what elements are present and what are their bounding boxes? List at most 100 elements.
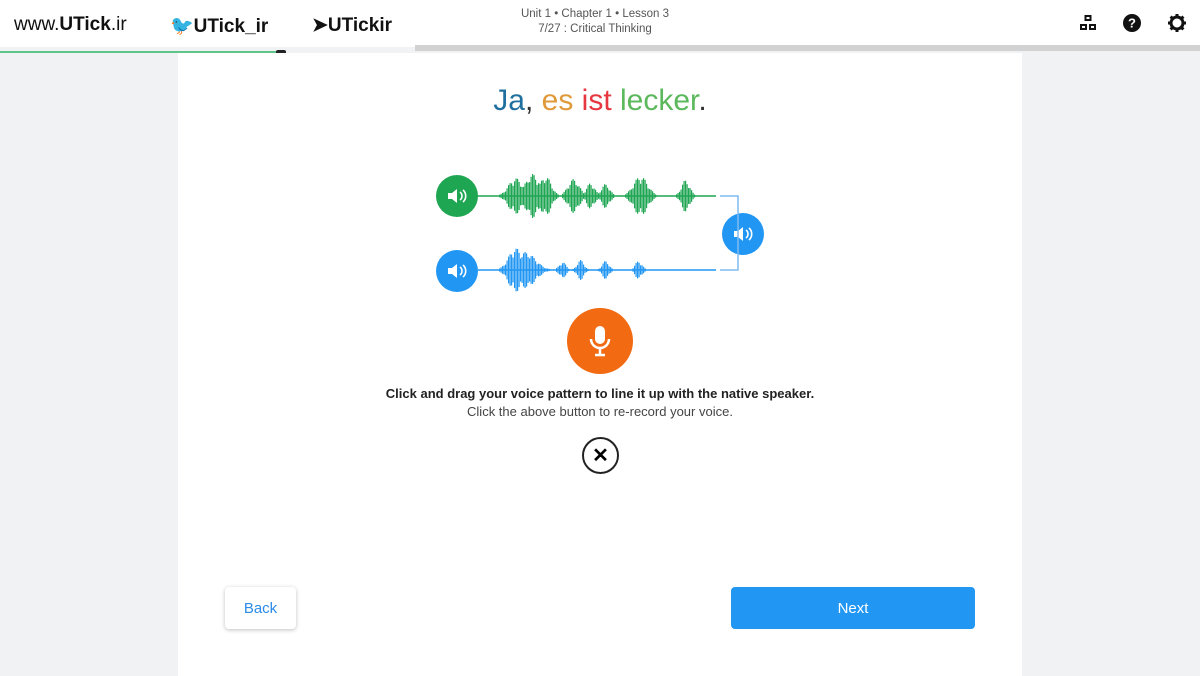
waveform-bar (592, 188, 594, 204)
waveform-bar (677, 192, 679, 200)
telegram-icon: ➤ (312, 15, 328, 36)
waveform-bar (607, 187, 609, 205)
help-icon[interactable]: ? (1121, 12, 1143, 34)
phrase-word: lecker (611, 84, 699, 117)
waveform-bar (529, 182, 531, 210)
waveform-bar (526, 253, 528, 287)
waveform-bar (578, 261, 580, 279)
waveform-bar (641, 265, 643, 275)
waveform-bar (647, 188, 649, 204)
waveform-bar (545, 268, 547, 272)
waveform-bar (602, 263, 604, 277)
waveform-bar (649, 189, 651, 203)
waveform-bar (503, 265, 505, 275)
waveform-bar (524, 252, 526, 288)
waveform-bar (611, 268, 613, 272)
waveform-bar (641, 179, 643, 213)
waveform-bar (589, 183, 591, 209)
waveform-bar (502, 266, 504, 274)
waveform-bar (526, 181, 528, 211)
waveform-bar (584, 267, 586, 273)
waveform-bar (581, 261, 583, 279)
waveform-bar (538, 183, 540, 209)
waveform-bar (586, 267, 588, 273)
waveform-bar (572, 268, 574, 272)
waveform-bar (578, 186, 580, 206)
waveform-bar (562, 263, 564, 277)
waveform-bar (541, 265, 543, 275)
waveform-bar (608, 266, 610, 274)
gear-icon[interactable] (1166, 12, 1188, 34)
waveform-bar (637, 178, 639, 214)
waveform-bar (689, 188, 691, 204)
waveform-bar (586, 188, 588, 204)
waveform-bar (520, 258, 522, 282)
waveform-area[interactable] (470, 160, 770, 300)
waveform-bar (547, 268, 549, 272)
waveform-bar (580, 188, 582, 204)
waveform-bar (562, 193, 564, 199)
phrase-word: ist (573, 84, 612, 117)
waveform-bar (505, 191, 507, 201)
waveform-bar (692, 192, 694, 200)
waveform-bar (688, 187, 690, 205)
waveform-bar (635, 179, 637, 213)
next-button[interactable]: Next (731, 587, 975, 629)
waveform-bar (538, 263, 540, 277)
waveform-bar (632, 268, 634, 272)
waveform-bar (544, 268, 546, 272)
twitter-icon: 🐦 (170, 16, 194, 37)
waveform-bar (640, 265, 642, 275)
back-button[interactable]: Back (225, 587, 296, 629)
waveform-bar (626, 192, 628, 200)
waveform-bar (542, 180, 544, 212)
waveform-bar (502, 192, 504, 200)
waveform-bar (557, 266, 559, 274)
waveform-bar (508, 185, 510, 207)
waveform-bar (632, 188, 634, 204)
waveform-bar (505, 264, 507, 276)
waveform-bar (542, 266, 544, 274)
waveform-bar (556, 192, 558, 200)
waveform-bar (550, 183, 552, 209)
waveform-bar (517, 178, 519, 214)
waveform-bar (514, 252, 516, 288)
waveform-bar (599, 192, 601, 200)
waveform-bar (607, 264, 609, 276)
waveform-bar (683, 180, 685, 212)
waveform-bar (694, 194, 696, 198)
waveform-bar (685, 180, 687, 212)
waveform-bar (679, 191, 681, 201)
record-button[interactable] (567, 308, 633, 374)
waveform-bar (583, 193, 585, 199)
waveform-bar (634, 265, 636, 275)
waveform-bar (530, 256, 532, 284)
waveform-bar (511, 254, 513, 286)
waveform-bar (590, 185, 592, 207)
waveform-bar (518, 182, 520, 210)
waveform-bar (532, 174, 534, 218)
waveform-bar (572, 179, 574, 213)
waveform-bar (596, 191, 598, 201)
waveform-bar (503, 192, 505, 200)
waveform-bar (587, 185, 589, 207)
waveform-bar (553, 190, 555, 202)
waveform-bar (512, 185, 514, 207)
telegram-handle: ➤UTickir (312, 15, 392, 36)
close-icon: ✕ (592, 445, 609, 467)
waveform-bar (560, 265, 562, 275)
waveform-bar (557, 194, 559, 198)
sitemap-icon[interactable] (1077, 12, 1099, 34)
waveform-bar (598, 268, 600, 272)
phrase-word: es (533, 84, 574, 117)
waveform-bar (610, 190, 612, 202)
waveform-bar (509, 183, 511, 209)
waveform-bar (625, 194, 627, 198)
waveform-bar (602, 186, 604, 206)
close-button[interactable]: ✕ (582, 437, 619, 474)
connector-bracket (720, 195, 739, 271)
waveform-bar (605, 184, 607, 208)
waveform-bar (631, 189, 633, 203)
waveform-bar (539, 263, 541, 277)
waveform-bar (655, 194, 657, 198)
